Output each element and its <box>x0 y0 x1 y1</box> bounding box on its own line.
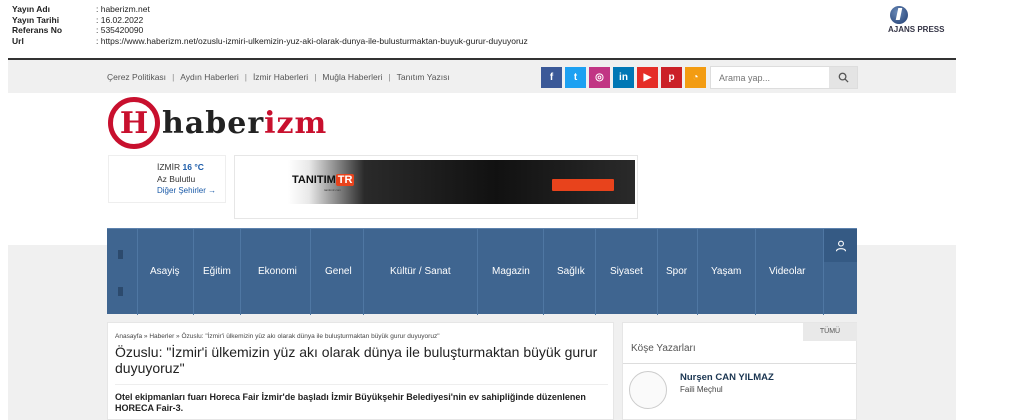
top-link-tanitim[interactable]: Tanıtım Yazısı <box>397 72 450 82</box>
main-navigation: Asayiş Eğitim Ekonomi Genel Kültür / San… <box>107 228 857 315</box>
nav-item-asayis[interactable]: Asayiş <box>150 266 179 277</box>
columnists-divider <box>623 363 856 364</box>
nav-separator <box>657 229 658 315</box>
nav-separator <box>595 229 596 315</box>
nav-item-saglik[interactable]: Sağlık <box>557 266 585 277</box>
user-login-button[interactable] <box>824 229 857 262</box>
top-link-izmir[interactable]: İzmir Haberleri <box>253 72 308 82</box>
author-article-title[interactable]: Faili Meçhul <box>680 385 723 394</box>
logo-text-part1: haber <box>162 105 265 141</box>
top-link-aydin[interactable]: Aydın Haberleri <box>180 72 238 82</box>
meta-key: Yayın Adı <box>12 4 50 14</box>
nav-item-siyaset[interactable]: Siyaset <box>610 266 643 277</box>
meta-value: : haberizm.net <box>96 4 150 14</box>
search-button[interactable] <box>829 67 857 88</box>
nav-item-kultur-sanat[interactable]: Kültür / Sanat <box>390 266 451 277</box>
facebook-icon[interactable]: f <box>541 67 562 88</box>
nav-separator <box>310 229 311 315</box>
weather-widget: İZMİR 16 °C Az Bulutlu Diğer Şehirler → <box>108 155 226 203</box>
meta-row-date: Yayın Tarihi : 16.02.2022 <box>12 15 528 26</box>
social-links: f t ◎ in ▶ p ◔ <box>541 67 706 88</box>
nav-marker <box>118 287 123 296</box>
youtube-icon[interactable]: ▶ <box>637 67 658 88</box>
top-link-cookie-policy[interactable]: Çerez Politikası <box>107 72 166 82</box>
nav-separator <box>477 229 478 315</box>
nav-item-genel[interactable]: Genel <box>325 266 352 277</box>
logo-text-part2: izm <box>264 105 328 141</box>
meta-row-name: Yayın Adı : haberizm.net <box>12 4 528 15</box>
top-bar: Çerez Politikası | Aydın Haberleri | İzm… <box>8 60 956 93</box>
columnists-widget: TÜMÜ Köşe Yazarları Nurşen CAN YILMAZ Fa… <box>622 322 857 420</box>
nav-separator <box>543 229 544 315</box>
all-columnists-button[interactable]: TÜMÜ <box>803 323 857 341</box>
website-screenshot: Çerez Politikası | Aydın Haberleri | İzm… <box>8 60 956 420</box>
rss-icon[interactable]: ◔ <box>685 67 706 88</box>
banner-brand-tr: TR <box>335 174 355 186</box>
banner-logo: TANITIM TR <box>292 174 355 186</box>
nav-item-magazin[interactable]: Magazin <box>492 266 530 277</box>
meta-key: Url <box>12 35 24 46</box>
twitter-icon[interactable]: t <box>565 67 586 88</box>
article-lede: Otel ekipmanları fuarı Horeca Fair İzmir… <box>115 392 586 413</box>
other-cities-link[interactable]: Diğer Şehirler → <box>157 186 216 195</box>
search-icon <box>838 72 849 83</box>
breadcrumb[interactable]: Anasayfa » Haberler » Özuslu: "İzmir'i ü… <box>115 333 440 340</box>
user-icon <box>835 240 846 251</box>
article-divider <box>115 384 608 385</box>
weather-city-line: İZMİR 16 °C <box>157 162 204 172</box>
nav-item-egitim[interactable]: Eğitim <box>203 266 231 277</box>
weather-description: Az Bulutlu <box>157 174 196 184</box>
article-panel: Anasayfa » Haberler » Özuslu: "İzmir'i ü… <box>107 322 614 420</box>
linkedin-icon[interactable]: in <box>613 67 634 88</box>
columnists-title: Köşe Yazarları <box>631 343 696 354</box>
weather-city: İZMİR <box>157 162 181 172</box>
top-link-mugla[interactable]: Muğla Haberleri <box>322 72 382 82</box>
meta-row-url: Url : https://www.haberizm.net/ozuslu-iz… <box>12 36 528 47</box>
link-separator: | <box>388 72 391 82</box>
top-links: Çerez Politikası | Aydın Haberleri | İzm… <box>107 72 450 82</box>
nav-separator <box>697 229 698 315</box>
author-avatar[interactable] <box>629 371 667 409</box>
banner-cta-button[interactable] <box>552 179 614 191</box>
pinterest-icon[interactable]: p <box>661 67 682 88</box>
logo-text: haberizm <box>162 106 327 141</box>
meta-value: : 535420090 <box>96 25 144 35</box>
logo-emblem: H <box>108 97 160 149</box>
meta-value: : 16.02.2022 <box>96 14 144 25</box>
nav-item-ekonomi[interactable]: Ekonomi <box>258 266 297 277</box>
ajans-press-logo: AJANS PRESS <box>888 6 944 34</box>
meta-row-ref: Referans No : 535420090 <box>12 25 528 36</box>
ajans-press-icon <box>890 6 908 24</box>
nav-separator <box>363 229 364 315</box>
nav-item-videolar[interactable]: Videolar <box>769 266 806 277</box>
nav-separator <box>137 229 138 315</box>
nav-separator <box>755 229 756 315</box>
nav-item-yasam[interactable]: Yaşam <box>711 266 741 277</box>
article-title: Özuslu: "İzmir'i ülkemizin yüz akı olara… <box>115 344 598 376</box>
link-separator: | <box>314 72 317 82</box>
weather-temperature: 16 °C <box>182 162 204 172</box>
nav-item-spor[interactable]: Spor <box>666 266 687 277</box>
meta-value: : https://www.haberizm.net/ozuslu-izmiri… <box>96 35 528 46</box>
tanitim-banner[interactable]: TANITIM TR tanitimtr.com <box>288 160 635 204</box>
search-input[interactable] <box>711 67 829 88</box>
meta-key: Referans No <box>12 25 63 35</box>
link-separator: | <box>172 72 175 82</box>
search-box <box>710 66 858 89</box>
site-header: H haberizm İZMİR 16 °C Az Bulutlu Diğer … <box>8 93 956 245</box>
author-name[interactable]: Nurşen CAN YILMAZ <box>680 372 774 383</box>
nav-separator <box>193 229 194 315</box>
instagram-icon[interactable]: ◎ <box>589 67 610 88</box>
ajans-press-label: AJANS PRESS <box>888 25 945 34</box>
banner-brand: TANITIM <box>292 174 336 186</box>
clipping-meta: Yayın Adı : haberizm.net Yayın Tarihi : … <box>12 4 528 46</box>
meta-key: Yayın Tarihi <box>12 14 60 25</box>
nav-marker <box>118 250 123 259</box>
banner-subtitle: tanitimtr.com <box>324 188 342 192</box>
link-separator: | <box>244 72 247 82</box>
site-logo[interactable]: H haberizm <box>108 97 327 149</box>
nav-separator <box>240 229 241 315</box>
